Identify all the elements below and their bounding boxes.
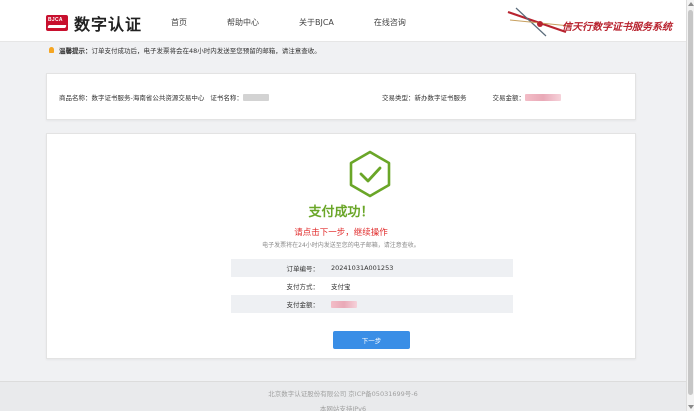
notice-bar: 温馨提示： 订单支付成功后，电子发票将会在48小时内发送至您预留的邮箱，请注意查…	[46, 43, 636, 56]
footer: 北京数字认证股份有限公司 京ICP备05031699号-6 本网站支持IPv6	[0, 381, 686, 411]
type-value: 新办数字证书服务	[414, 94, 467, 102]
page: BJCA 数字认证 首页 帮助中心 关于BJCA 在线咨询 信天行数字证书服务系…	[0, 0, 686, 411]
logo[interactable]: BJCA 数字认证	[46, 11, 142, 35]
type-label: 交易类型：	[382, 94, 415, 102]
logo-mark-text: BJCA	[48, 17, 63, 23]
cert-name-masked	[242, 93, 269, 101]
order-number-value: 20241031A001253	[331, 264, 394, 272]
next-button[interactable]: 下一步	[333, 331, 410, 349]
header: BJCA 数字认证 首页 帮助中心 关于BJCA 在线咨询 信天行数字证书服务系…	[0, 0, 686, 42]
nav-home[interactable]: 首页	[171, 17, 187, 28]
main-nav: 首页 帮助中心 关于BJCA 在线咨询	[171, 17, 446, 28]
cert-label: 证书名称：	[210, 94, 243, 102]
nav-about[interactable]: 关于BJCA	[299, 17, 334, 28]
amount-label: 交易金额：	[492, 94, 526, 102]
footer-copyright: 北京数字认证股份有限公司 京ICP备05031699号-6	[268, 390, 418, 398]
logo-text: 数字认证	[74, 15, 143, 34]
lightbulb-icon	[49, 46, 54, 53]
pay-method-label: 支付方式：	[286, 283, 320, 291]
amount-masked	[525, 93, 561, 101]
brand-banner: 信天行数字证书服务系统	[492, 6, 672, 38]
pay-amount-label: 支付金额：	[286, 301, 320, 309]
scrollbar-thumb[interactable]	[688, 10, 693, 395]
order-row-amount: 支付金额：	[231, 295, 513, 313]
nav-help[interactable]: 帮助中心	[227, 17, 259, 28]
order-row-number: 订单编号： 20241031A001253	[231, 259, 513, 277]
pay-method-value: 支付宝	[331, 283, 351, 291]
brand-text: 信天行数字证书服务系统	[562, 22, 672, 33]
notice-label: 温馨提示：	[59, 46, 92, 55]
scroll-down-icon[interactable]	[688, 405, 694, 409]
payment-success-card: 支付成功！ 请点击下一步，继续操作 电子发票将在24小时内发送至您的电子邮箱，请…	[46, 133, 636, 359]
order-info-card: 商品名称： 数字证书服务-海南省公共资源交易中心 证书名称： 交易类型： 新办数…	[46, 73, 636, 120]
invoice-note: 电子发票将在24小时内发送至您的电子邮箱，请注意查收。	[262, 242, 420, 249]
notice-message: 订单支付成功后，电子发票将会在48小时内发送至您预留的邮箱，请注意查收。	[91, 46, 321, 55]
scroll-up-icon[interactable]	[688, 2, 694, 6]
order-info-row: 商品名称： 数字证书服务-海南省公共资源交易中心 证书名称： 交易类型： 新办数…	[59, 92, 623, 102]
order-number-label: 订单编号：	[286, 265, 320, 273]
order-row-method: 支付方式： 支付宝	[231, 277, 513, 295]
order-details: 订单编号： 20241031A001253 支付方式： 支付宝 支付金额：	[231, 259, 513, 313]
pay-amount-masked	[331, 300, 357, 308]
product-value: 数字证书服务-海南省公共资源交易中心	[91, 94, 205, 102]
success-check-wrap	[347, 149, 393, 199]
hexagon-check-icon	[349, 150, 391, 198]
bjca-logo-icon: BJCA	[46, 15, 68, 31]
footer-ipv6: 本网站支持IPv6	[319, 405, 367, 411]
nav-consult[interactable]: 在线咨询	[374, 17, 406, 28]
pay-amount-value	[331, 300, 357, 308]
vertical-scrollbar[interactable]	[686, 0, 694, 411]
next-step-hint: 请点击下一步，继续操作	[294, 228, 388, 238]
success-title: 支付成功！	[308, 205, 374, 220]
product-label: 商品名称：	[59, 94, 92, 102]
